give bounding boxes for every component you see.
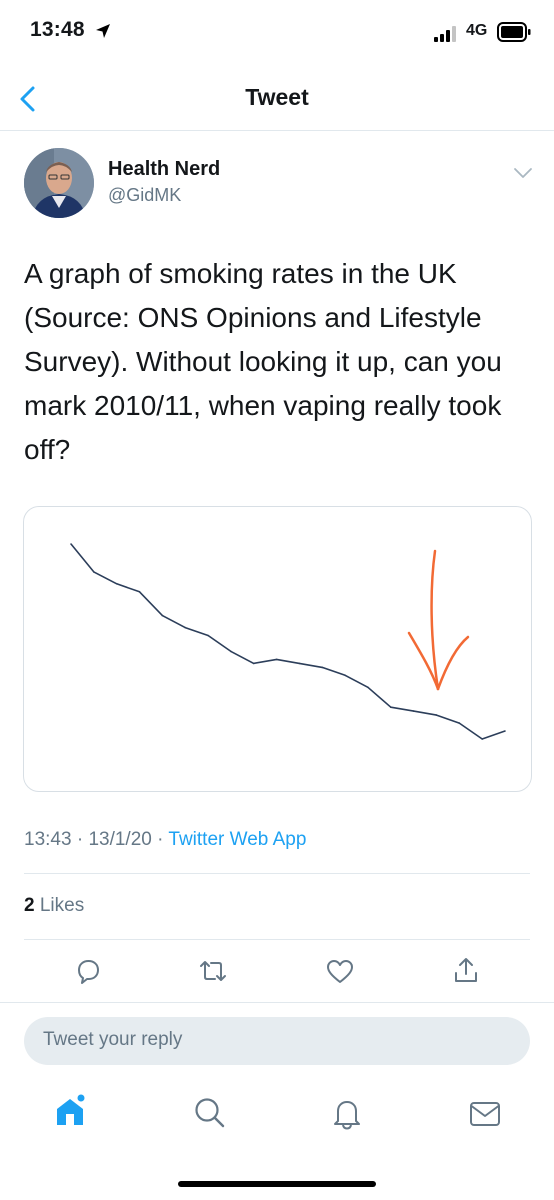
tweet-text-line: (Source: ONS Opinions and Lifestyle xyxy=(24,302,482,333)
network-type: 4G xyxy=(466,22,488,39)
search-icon[interactable] xyxy=(192,1096,226,1130)
author-name[interactable]: Health Nerd xyxy=(108,158,220,181)
share-icon[interactable] xyxy=(451,955,481,985)
data-point xyxy=(115,583,118,585)
data-point xyxy=(390,706,392,708)
data-point xyxy=(70,543,72,545)
orange-arrow-annotation xyxy=(407,549,470,691)
tweet-media-image[interactable] xyxy=(23,506,532,792)
data-point xyxy=(252,662,255,665)
likes-number: 2 xyxy=(24,895,35,916)
reply-input[interactable]: Tweet your reply xyxy=(24,1017,530,1065)
separator: · xyxy=(76,829,84,850)
smoking-rate-chart xyxy=(70,543,506,740)
data-point xyxy=(138,591,141,593)
page-title: Tweet xyxy=(245,84,309,110)
data-point xyxy=(230,650,232,653)
battery-icon xyxy=(497,22,531,42)
signal-icon xyxy=(434,26,456,42)
data-point xyxy=(458,722,461,724)
tweet-client-link[interactable]: Twitter Web App xyxy=(168,829,306,850)
notifications-icon[interactable] xyxy=(330,1096,364,1130)
author-handle[interactable]: @GidMK xyxy=(108,185,181,206)
likes-divider xyxy=(24,939,530,940)
data-point xyxy=(504,730,506,732)
data-point xyxy=(321,666,324,669)
meta-divider xyxy=(24,873,530,874)
tweet-date: 13/1/20 xyxy=(88,829,152,850)
avatar[interactable] xyxy=(24,148,94,218)
retweet-icon[interactable] xyxy=(198,956,228,986)
home-icon[interactable] xyxy=(53,1094,87,1128)
avatar-image xyxy=(24,148,94,218)
messages-icon[interactable] xyxy=(468,1097,502,1131)
location-arrow-icon xyxy=(96,24,110,38)
tweet-timestamp: 13:43 · 13/1/20 · Twitter Web App xyxy=(24,829,306,851)
data-point xyxy=(161,614,164,617)
data-point xyxy=(275,658,278,661)
series-line xyxy=(70,543,506,740)
actions-divider xyxy=(0,1002,554,1003)
like-icon[interactable] xyxy=(325,956,355,986)
data-point xyxy=(207,634,209,637)
data-point xyxy=(435,714,438,716)
data-point xyxy=(93,571,95,573)
data-point xyxy=(481,738,484,740)
header-divider xyxy=(0,130,554,131)
status-time: 13:48 xyxy=(30,18,85,41)
data-point xyxy=(298,662,301,665)
data-point xyxy=(184,626,186,629)
home-indicator xyxy=(178,1181,376,1187)
reply-placeholder: Tweet your reply xyxy=(43,1029,183,1050)
data-point xyxy=(344,674,346,677)
data-point xyxy=(367,686,369,689)
likes-label: Likes xyxy=(39,895,85,916)
tweet-text-line: Survey). Without looking it up, can you xyxy=(24,346,502,377)
chevron-down-icon[interactable] xyxy=(512,164,534,182)
tweet-text-line: mark 2010/11, when vaping really took xyxy=(24,390,502,421)
chart-series-line xyxy=(70,543,506,740)
tweet-text-line: A graph of smoking rates in the UK xyxy=(24,258,457,289)
tweet-time: 13:43 xyxy=(24,829,72,850)
comment-icon[interactable] xyxy=(73,956,103,986)
data-point xyxy=(412,710,415,712)
likes-count[interactable]: 2 Likes xyxy=(24,895,84,917)
separator: · xyxy=(157,829,164,850)
tweet-text: A graph of smoking rates in the UK (Sour… xyxy=(24,252,534,472)
tweet-text-line: off? xyxy=(24,434,71,465)
